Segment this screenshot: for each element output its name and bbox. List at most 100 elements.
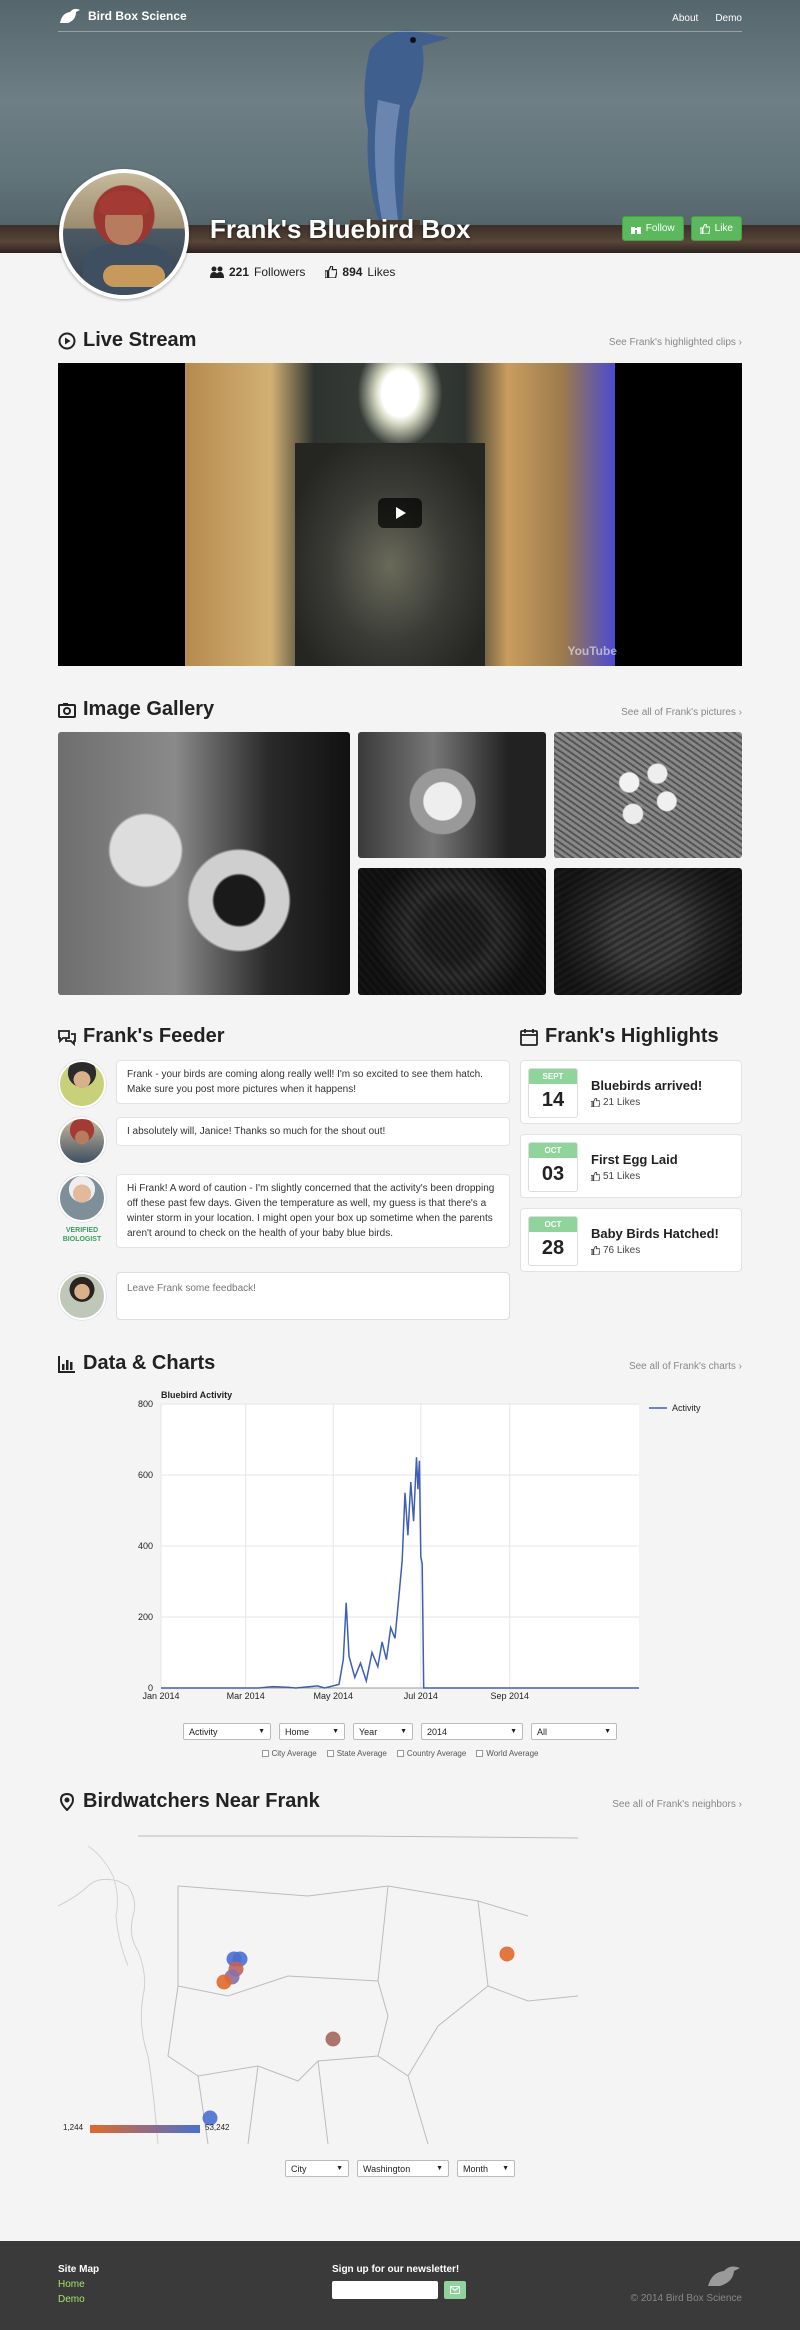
gallery-photo-3[interactable] [554, 732, 742, 858]
followers-stat[interactable]: 221 Followers [210, 265, 305, 279]
feeder-title: Frank's Feeder [58, 1025, 224, 1048]
x-tick-label: Sep 2014 [491, 1691, 530, 1701]
see-neighbors-link[interactable]: See all of Frank's neighbors › [612, 1799, 742, 1810]
see-pictures-link[interactable]: See all of Frank's pictures › [621, 707, 742, 718]
brand-logo[interactable]: Bird Box Science [58, 7, 187, 25]
state-average-checkbox[interactable]: State Average [326, 1749, 387, 1758]
highlight-likes: 76 Likes [591, 1245, 640, 1256]
date-day: 03 [541, 1163, 565, 1185]
nav-link-about[interactable]: About [672, 13, 698, 24]
feedback-input[interactable] [116, 1272, 510, 1320]
newsletter-email-input[interactable] [332, 2281, 438, 2299]
like-label: Like [714, 223, 733, 234]
followers-count: 221 [229, 265, 250, 279]
map-period-select[interactable]: Month ▼ [457, 2160, 515, 2177]
commenter-avatar-janice[interactable] [58, 1060, 106, 1108]
select-value: City [291, 2163, 307, 2174]
highlight-title: First Egg Laid [591, 1152, 678, 1167]
country-average-checkbox[interactable]: Country Average [396, 1749, 466, 1758]
gallery-photo-4[interactable] [358, 868, 546, 995]
highlight-title: Bluebirds arrived! [591, 1078, 703, 1093]
sitemap-title: Site Map [58, 2264, 100, 2275]
copyright-text: © 2014 Bird Box Science [630, 2293, 742, 2304]
range-select[interactable]: All ▼ [531, 1723, 617, 1740]
highlight-likes: 51 Likes [591, 1171, 640, 1182]
comments-icon [58, 1029, 76, 1046]
legend-label[interactable]: Activity [672, 1403, 701, 1413]
charts-title: Data & Charts [58, 1352, 215, 1375]
nav-link-demo[interactable]: Demo [715, 13, 742, 24]
population-color-scale [90, 2125, 200, 2133]
map-scope-select[interactable]: City ▼ [285, 2160, 349, 2177]
thumbs-up-icon [325, 266, 338, 278]
highlight-card-1[interactable]: SEPT 14 Bluebirds arrived! 21 Likes [520, 1060, 742, 1124]
city-average-checkbox[interactable]: City Average [261, 1749, 317, 1758]
neighbors-map[interactable] [58, 1826, 578, 2144]
youtube-logo[interactable]: YouTube [567, 644, 617, 658]
live-video-player[interactable]: YouTube [58, 363, 742, 666]
likes-stat[interactable]: 894 Likes [325, 265, 395, 279]
likes-text: 51 Likes [603, 1171, 641, 1182]
binoculars-icon [630, 226, 641, 234]
date-day: 28 [541, 1237, 565, 1259]
date-day: 14 [541, 1089, 565, 1111]
highlight-title: Baby Birds Hatched! [591, 1226, 719, 1241]
gallery-photo-1[interactable] [58, 732, 350, 995]
comment-text: Frank - your birds are coming along real… [116, 1060, 510, 1104]
footer-link-demo[interactable]: Demo [58, 2294, 85, 2305]
highlight-card-3[interactable]: OCT 28 Baby Birds Hatched! 76 Likes [520, 1208, 742, 1272]
period-select[interactable]: Year ▼ [353, 1723, 413, 1740]
follow-label: Follow [645, 223, 675, 234]
comment-2: I absolutely will, Janice! Thanks so muc… [58, 1117, 510, 1167]
neighbors-title: Birdwatchers Near Frank [58, 1790, 320, 1813]
neighbor-marker[interactable] [499, 1946, 515, 1962]
neighbor-marker[interactable] [325, 2031, 341, 2047]
legend-max-value: 53,242 [205, 2123, 230, 2132]
thumbs-up-icon [591, 1098, 600, 1107]
follow-button[interactable]: Follow [621, 216, 684, 241]
play-button[interactable] [378, 498, 422, 528]
date-month: OCT [529, 1143, 577, 1158]
select-value: 2014 [427, 1726, 448, 1737]
date-badge: OCT 28 [528, 1216, 578, 1266]
see-clips-link[interactable]: See Frank's highlighted clips › [609, 337, 742, 348]
highlight-card-2[interactable]: OCT 03 First Egg Laid 51 Likes [520, 1134, 742, 1198]
gallery-photo-5[interactable] [554, 868, 742, 995]
y-tick-label: 600 [138, 1470, 153, 1480]
gallery-photo-2[interactable] [358, 732, 546, 858]
highlights-title-text: Frank's Highlights [545, 1025, 719, 1047]
footer-link-home[interactable]: Home [58, 2279, 85, 2290]
see-charts-link[interactable]: See all of Frank's charts › [629, 1361, 742, 1372]
brand-name: Bird Box Science [88, 9, 187, 23]
highlights-title: Frank's Highlights [520, 1025, 719, 1048]
x-tick-label: Mar 2014 [227, 1691, 265, 1701]
commenter-avatar-frank[interactable] [58, 1117, 106, 1165]
bird-logo-icon [60, 8, 80, 23]
feedback-composer [58, 1272, 510, 1322]
profile-stats: 221 Followers 894 Likes [210, 265, 395, 279]
world-average-checkbox[interactable]: World Average [476, 1749, 538, 1758]
y-tick-label: 200 [138, 1612, 153, 1622]
feeder-title-text: Frank's Feeder [83, 1025, 225, 1047]
commenter-avatar-biologist[interactable] [58, 1174, 106, 1222]
select-value: Year [359, 1726, 378, 1737]
newsletter-submit-button[interactable] [444, 2281, 466, 2299]
select-value: Home [285, 1726, 310, 1737]
year-select[interactable]: 2014 ▼ [421, 1723, 523, 1740]
charts-title-text: Data & Charts [83, 1352, 216, 1374]
date-month: OCT [529, 1217, 577, 1232]
neighbor-marker[interactable] [216, 1974, 232, 1990]
x-tick-label: Jan 2014 [142, 1691, 179, 1701]
like-button[interactable]: Like [690, 216, 742, 241]
comment-1: Frank - your birds are coming along real… [58, 1060, 510, 1110]
thumbs-up-icon [591, 1172, 600, 1181]
comment-3: VERIFIED BIOLOGIST Hi Frank! A word of c… [58, 1174, 510, 1264]
map-state-select[interactable]: Washington ▼ [357, 2160, 449, 2177]
likes-text: 76 Likes [603, 1245, 641, 1256]
live-stream-title: Live Stream [58, 329, 196, 352]
gallery-title-text: Image Gallery [83, 698, 215, 720]
date-badge: SEPT 14 [528, 1068, 578, 1118]
live-stream-title-text: Live Stream [83, 329, 197, 351]
location-select[interactable]: Home ▼ [279, 1723, 345, 1740]
metric-select[interactable]: Activity ▼ [183, 1723, 271, 1740]
